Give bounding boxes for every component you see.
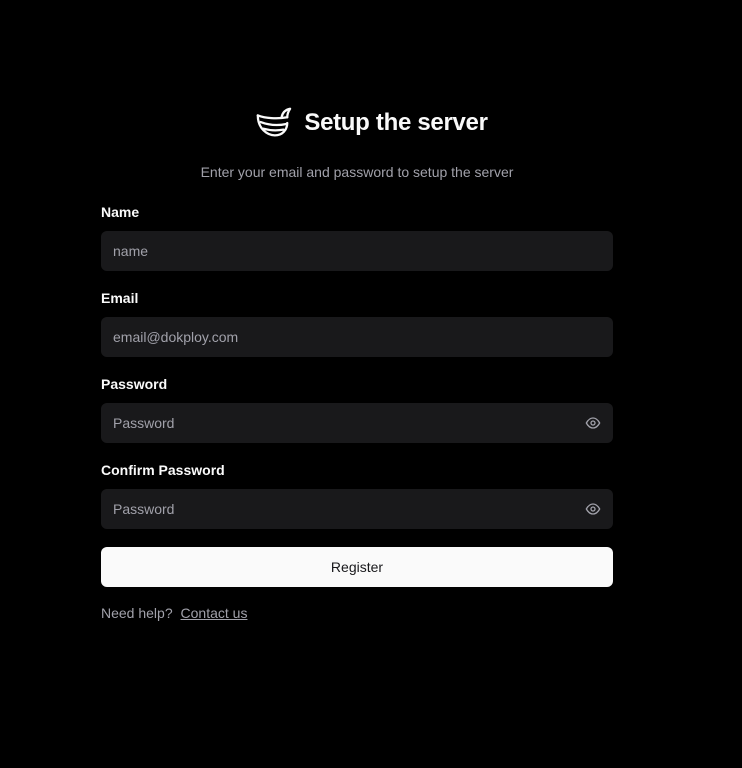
help-row: Need help? Contact us [101, 605, 613, 621]
confirm-password-group: Confirm Password [101, 461, 613, 529]
confirm-password-input[interactable] [101, 489, 613, 529]
name-field-wrapper [101, 231, 613, 271]
setup-form: Name Email Password Confirm Password [101, 203, 613, 621]
confirm-password-field-wrapper [101, 489, 613, 529]
password-input[interactable] [101, 403, 613, 443]
help-text: Need help? [101, 605, 173, 621]
eye-icon[interactable] [585, 501, 601, 517]
email-field-wrapper [101, 317, 613, 357]
name-group: Name [101, 203, 613, 271]
email-input[interactable] [101, 317, 613, 357]
email-group: Email [101, 289, 613, 357]
whale-logo-icon [257, 107, 292, 137]
email-label: Email [101, 290, 139, 306]
register-button[interactable]: Register [101, 547, 613, 587]
page-header: Setup the server [0, 104, 742, 142]
contact-us-link[interactable]: Contact us [181, 605, 248, 621]
name-label: Name [101, 204, 140, 220]
setup-page: Setup the server Enter your email and pa… [0, 0, 742, 768]
password-field-wrapper [101, 403, 613, 443]
confirm-password-label: Confirm Password [101, 462, 225, 478]
page-subtitle: Enter your email and password to setup t… [200, 164, 514, 180]
password-group: Password [101, 375, 613, 443]
name-input[interactable] [101, 231, 613, 271]
eye-icon[interactable] [585, 415, 601, 431]
password-label: Password [101, 376, 168, 392]
page-title: Setup the server [304, 109, 488, 136]
